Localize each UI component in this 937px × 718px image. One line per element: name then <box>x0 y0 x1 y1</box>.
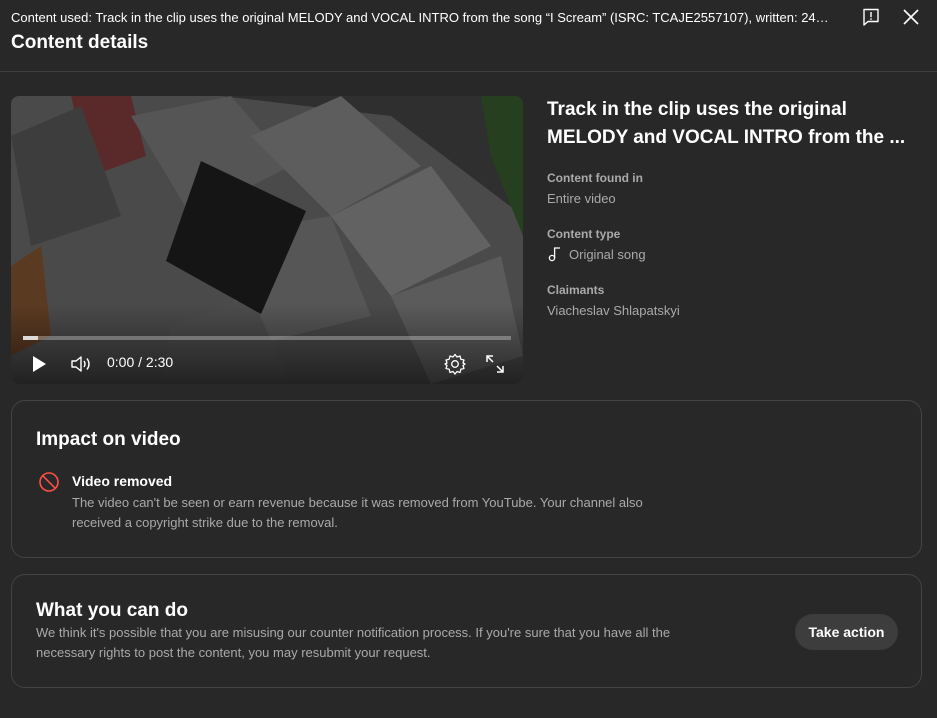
fullscreen-button[interactable] <box>485 354 505 374</box>
content-found-value: Entire video <box>547 191 616 206</box>
video-player[interactable]: 0:00 / 2:30 <box>11 96 523 384</box>
time-separator: / <box>134 354 146 370</box>
track-title: Track in the clip uses the original MELO… <box>547 99 906 148</box>
content-info: Track in the clip uses the original MELO… <box>547 96 917 152</box>
music-note-icon <box>547 246 563 265</box>
content-used-text: Content used: Track in the clip uses the… <box>11 10 829 25</box>
impact-title: Impact on video <box>36 429 181 450</box>
claimants-label: Claimants <box>547 283 605 297</box>
play-button[interactable] <box>31 355 47 373</box>
impact-status: Video removed <box>72 473 173 489</box>
impact-card: Impact on video Video removed The video … <box>11 400 922 558</box>
close-icon[interactable] <box>901 7 921 27</box>
claimants-value: Viacheslav Shlapatskyi <box>547 303 680 318</box>
actions-title: What you can do <box>36 600 188 621</box>
settings-button[interactable] <box>444 353 466 375</box>
impact-description: The video can't be seen or earn revenue … <box>72 495 643 530</box>
duration: 2:30 <box>145 354 174 370</box>
actions-card: What you can do We think it's possible t… <box>11 574 922 688</box>
current-time: 0:00 <box>107 354 135 370</box>
dialog-title: Content details <box>11 32 149 53</box>
actions-description: We think it's possible that you are misu… <box>36 625 671 660</box>
dialog-header: Content used: Track in the clip uses the… <box>0 0 937 72</box>
fullscreen-icon <box>486 355 504 373</box>
report-feedback-icon[interactable] <box>861 7 881 27</box>
mute-button[interactable] <box>71 355 93 373</box>
content-type-value: Original song <box>547 246 646 265</box>
content-found-label: Content found in <box>547 171 643 185</box>
play-icon <box>33 356 46 372</box>
gear-icon <box>444 353 466 375</box>
progress-bar-fill <box>23 336 38 340</box>
time-display: 0:00 / 2:30 <box>107 354 173 370</box>
content-type-text: Original song <box>569 246 646 262</box>
progress-bar[interactable] <box>23 336 511 340</box>
blocked-icon <box>38 471 60 493</box>
volume-icon <box>71 356 90 372</box>
content-type-label: Content type <box>547 227 621 241</box>
take-action-button[interactable]: Take action <box>795 614 898 650</box>
